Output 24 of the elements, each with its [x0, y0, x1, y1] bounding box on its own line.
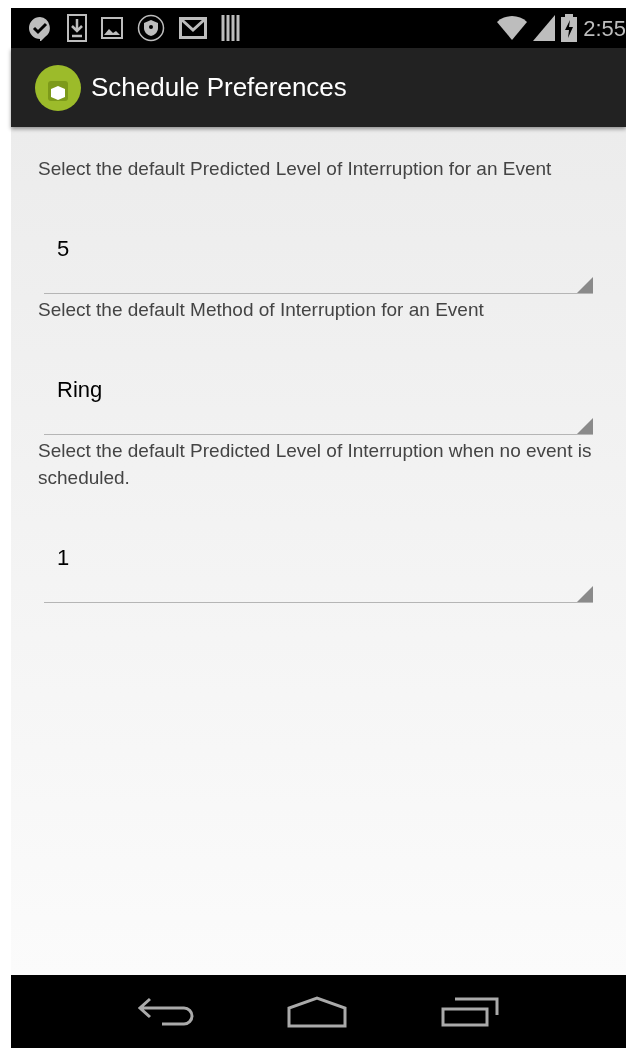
back-icon[interactable]	[137, 996, 194, 1027]
dropdown-corner-icon	[577, 586, 593, 602]
recent-apps-icon[interactable]	[441, 996, 500, 1027]
clock-time: 2:55	[583, 14, 626, 43]
preference-label: Select the default Predicted Level of Interruption when no event is scheduled.	[37, 439, 593, 490]
barcode-icon	[221, 15, 241, 41]
signal-icon	[533, 15, 556, 41]
wifi-icon	[497, 16, 528, 40]
dropdown[interactable]: Ring	[44, 351, 593, 435]
dropdown-corner-icon	[577, 277, 593, 293]
mail-icon	[179, 17, 207, 39]
shield-icon	[137, 14, 165, 42]
home-icon[interactable]	[287, 995, 348, 1028]
download-icon	[67, 14, 87, 42]
screen-title: Schedule Preferences	[91, 71, 347, 104]
dropdown[interactable]: 1	[44, 519, 593, 603]
image-icon	[101, 17, 123, 39]
battery-charging-icon	[561, 14, 578, 42]
preference-label: Select the default Method of Interruption for an Event	[37, 298, 485, 322]
android-app-icon	[35, 64, 81, 111]
dropdown-corner-icon	[577, 418, 593, 434]
preference-label: Select the default Predicted Level of Interruption for an Event	[37, 157, 553, 181]
chat-check-icon	[27, 15, 53, 41]
dropdown[interactable]: 5	[44, 210, 593, 294]
